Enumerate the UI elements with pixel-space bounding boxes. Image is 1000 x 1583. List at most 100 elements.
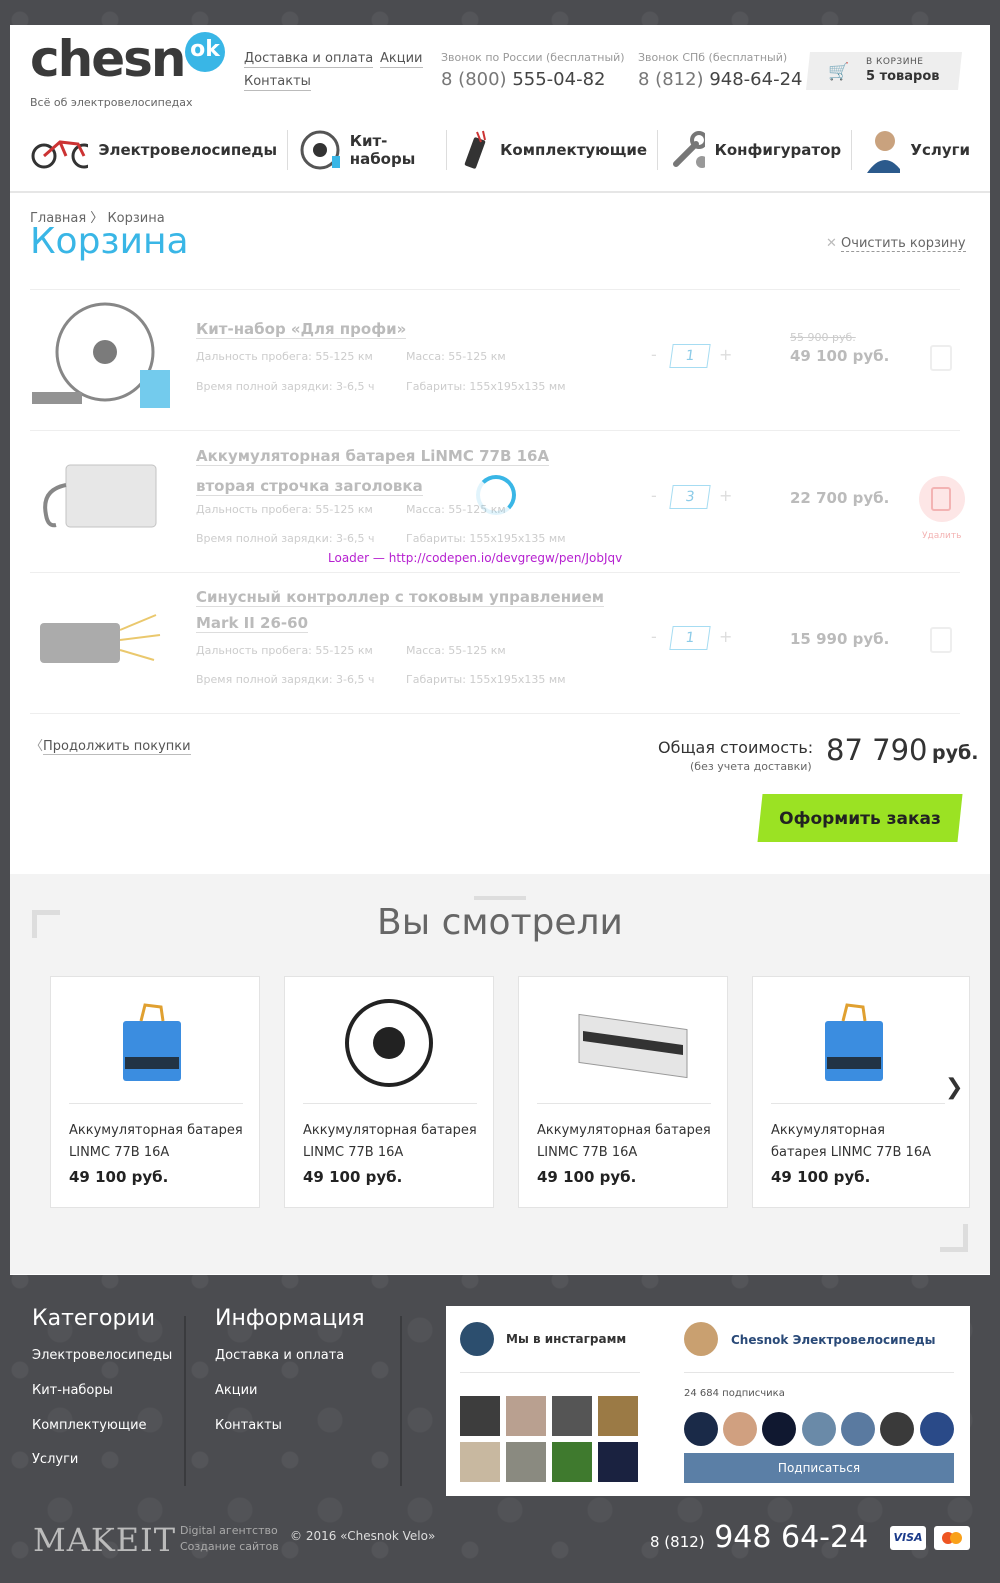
vk-avatar[interactable] bbox=[684, 1322, 718, 1356]
footer-divider bbox=[400, 1316, 402, 1486]
tile-name[interactable]: Аккумуляторная батарея LINMC 77B 16A bbox=[537, 1120, 717, 1164]
row-divider bbox=[30, 713, 960, 714]
footer-cat-link[interactable]: Комплектующие bbox=[32, 1418, 147, 1433]
ebike-icon bbox=[31, 140, 89, 169]
insta-photo[interactable] bbox=[552, 1396, 592, 1436]
item-1-mass: Масса: 55-125 км bbox=[406, 350, 506, 363]
nav-ebikes[interactable]: Электровелосипеды bbox=[98, 141, 277, 159]
footer-cat-link[interactable]: Кит-наборы bbox=[32, 1383, 113, 1398]
link-delivery[interactable]: Доставка и оплата bbox=[244, 51, 374, 68]
item-3-minus[interactable]: - bbox=[651, 627, 657, 646]
clear-cart-button[interactable]: ✕ Очистить корзину bbox=[826, 236, 966, 252]
footer-info-link[interactable]: Акции bbox=[215, 1383, 258, 1398]
item-3-mass: Масса: 55-125 км bbox=[406, 644, 506, 657]
tile-price: 49 100 руб. bbox=[771, 1168, 871, 1186]
controller-product-image bbox=[40, 614, 161, 663]
person-icon bbox=[866, 131, 901, 173]
vk-member-avatar[interactable] bbox=[920, 1412, 954, 1446]
item-1-plus[interactable]: + bbox=[719, 345, 732, 364]
seen-title: Вы смотрели bbox=[377, 902, 623, 943]
makeit-logo[interactable]: MAKEIT bbox=[33, 1521, 176, 1559]
seen-tile[interactable]: Аккумуляторная батарея LINMC 77B 16A 49 … bbox=[518, 976, 728, 1208]
insta-photo[interactable] bbox=[460, 1442, 500, 1482]
insta-photo[interactable] bbox=[460, 1396, 500, 1436]
logo[interactable]: chesn bbox=[30, 30, 187, 88]
instagram-icon[interactable] bbox=[460, 1322, 494, 1356]
row-divider bbox=[30, 572, 960, 573]
item-1-old-price: 55 900 руб. bbox=[790, 331, 856, 344]
item-3-qty[interactable]: 1 bbox=[669, 626, 711, 650]
item-2-minus[interactable]: - bbox=[651, 486, 657, 505]
chevron-left-icon: 〈 bbox=[30, 739, 44, 754]
seen-tile[interactable]: Аккумуляторная батарея LINMC 77B 16A 49 … bbox=[752, 976, 970, 1208]
carousel-next-icon[interactable]: ❯ bbox=[945, 1075, 963, 1100]
mastercard-icon bbox=[934, 1526, 970, 1550]
nav-kits[interactable]: Кит-наборы bbox=[350, 132, 436, 168]
tagline: Всё об электровелосипедах bbox=[30, 96, 193, 109]
tile-name[interactable]: Аккумуляторная батарея LINMC 77B 16A bbox=[303, 1120, 483, 1164]
item-2-dims: Габариты: 155х195х135 мм bbox=[406, 532, 566, 545]
footer-cat-link[interactable]: Электровелосипеды bbox=[32, 1348, 172, 1363]
continue-shopping-link[interactable]: 〈Продолжить покупки bbox=[30, 735, 191, 755]
item-3-name[interactable]: Синусный контроллер с токовым управление… bbox=[196, 588, 605, 607]
vk-widget: Chesnok Электровелосипеды 24 684 подписч… bbox=[668, 1306, 970, 1496]
tile-name[interactable]: Аккумуляторная батарея LINMC 77B 16A bbox=[771, 1120, 931, 1164]
insta-photo[interactable] bbox=[506, 1396, 546, 1436]
copyright: © 2016 «Chesnok Velo» bbox=[290, 1529, 436, 1543]
order-button-label[interactable]: Оформить заказ bbox=[760, 809, 960, 829]
footer-info-link[interactable]: Контакты bbox=[215, 1418, 282, 1433]
phone2[interactable]: 8 (812) 948-64-24 bbox=[638, 69, 802, 90]
makeit-sub1: Digital агентство bbox=[180, 1524, 278, 1537]
battery-product-image bbox=[43, 464, 157, 528]
footer-cat-link[interactable]: Услуги bbox=[32, 1452, 78, 1467]
item-2-range: Дальность пробега: 55-125 км bbox=[196, 503, 373, 516]
tile-price: 49 100 руб. bbox=[537, 1168, 637, 1186]
item-2-name[interactable]: Аккумуляторная батарея LiNMC 77B 16A bbox=[196, 447, 550, 466]
insta-photo[interactable] bbox=[598, 1396, 638, 1436]
link-contacts[interactable]: Контакты bbox=[244, 74, 311, 91]
vk-member-avatar[interactable] bbox=[762, 1412, 796, 1446]
charger-image bbox=[578, 1013, 688, 1079]
item-1-range: Дальность пробега: 55-125 км bbox=[196, 350, 373, 363]
item-1-qty[interactable]: 1 bbox=[669, 344, 711, 368]
item-2-name-line2[interactable]: вторая строчка заголовка bbox=[196, 477, 423, 496]
vk-member-avatar[interactable] bbox=[841, 1412, 875, 1446]
insta-photo[interactable] bbox=[506, 1442, 546, 1482]
vk-member-avatar[interactable] bbox=[802, 1412, 836, 1446]
phone2-caption: Звонок СПб (бесплатный) bbox=[638, 51, 788, 64]
vk-member-avatar[interactable] bbox=[684, 1412, 718, 1446]
vk-member-avatar[interactable] bbox=[723, 1412, 757, 1446]
nav-configurator[interactable]: Конфигуратор bbox=[715, 141, 842, 159]
item-2-plus[interactable]: + bbox=[719, 486, 732, 505]
item-1-name[interactable]: Кит-набор «Для профи» bbox=[196, 320, 407, 339]
item-2-qty[interactable]: 3 bbox=[669, 485, 711, 509]
vk-subscribe-button[interactable]: Подписаться bbox=[684, 1453, 954, 1483]
seen-tile[interactable]: Аккумуляторная батарея LINMC 77B 16A 49 … bbox=[284, 976, 494, 1208]
delete-label[interactable]: Удалить bbox=[922, 531, 961, 541]
nav-parts[interactable]: Комплектующие bbox=[500, 141, 647, 159]
vk-member-avatar[interactable] bbox=[880, 1412, 914, 1446]
tile-divider bbox=[69, 1103, 243, 1104]
footer-info-link[interactable]: Доставка и оплата bbox=[215, 1348, 344, 1363]
item-2-price: 22 700 руб. bbox=[790, 489, 890, 507]
item-3-range: Дальность пробега: 55-125 км bbox=[196, 644, 373, 657]
link-promo[interactable]: Акции bbox=[380, 51, 423, 68]
insta-photo[interactable] bbox=[598, 1442, 638, 1482]
instagram-title[interactable]: Мы в инстаграмм bbox=[506, 1332, 626, 1346]
trash-icon[interactable] bbox=[930, 627, 952, 653]
item-3-charge: Время полной зарядки: 3-6,5 ч bbox=[196, 673, 375, 686]
item-3-plus[interactable]: + bbox=[719, 627, 732, 646]
tile-name[interactable]: Аккумуляторная батарея LINMC 77B 16A bbox=[69, 1120, 249, 1164]
nav-services[interactable]: Услуги bbox=[910, 141, 970, 159]
seen-tile[interactable]: Аккумуляторная батарея LINMC 77B 16A 49 … bbox=[50, 976, 260, 1208]
trash-icon[interactable] bbox=[930, 345, 952, 371]
phone1[interactable]: 8 (800) 555-04-82 bbox=[441, 69, 605, 90]
total-note: (без учета доставки) bbox=[690, 760, 812, 773]
vk-subscribers: 24 684 подписчика bbox=[684, 1388, 785, 1399]
footer-phone[interactable]: 8 (812) 948 64-24 bbox=[650, 1520, 868, 1555]
item-1-minus[interactable]: - bbox=[651, 345, 657, 364]
footer-divider bbox=[184, 1316, 186, 1486]
item-3-name-line2[interactable]: Mark II 26-60 bbox=[196, 614, 309, 633]
insta-photo[interactable] bbox=[552, 1442, 592, 1482]
vk-title[interactable]: Chesnok Электровелосипеды bbox=[731, 1333, 936, 1347]
